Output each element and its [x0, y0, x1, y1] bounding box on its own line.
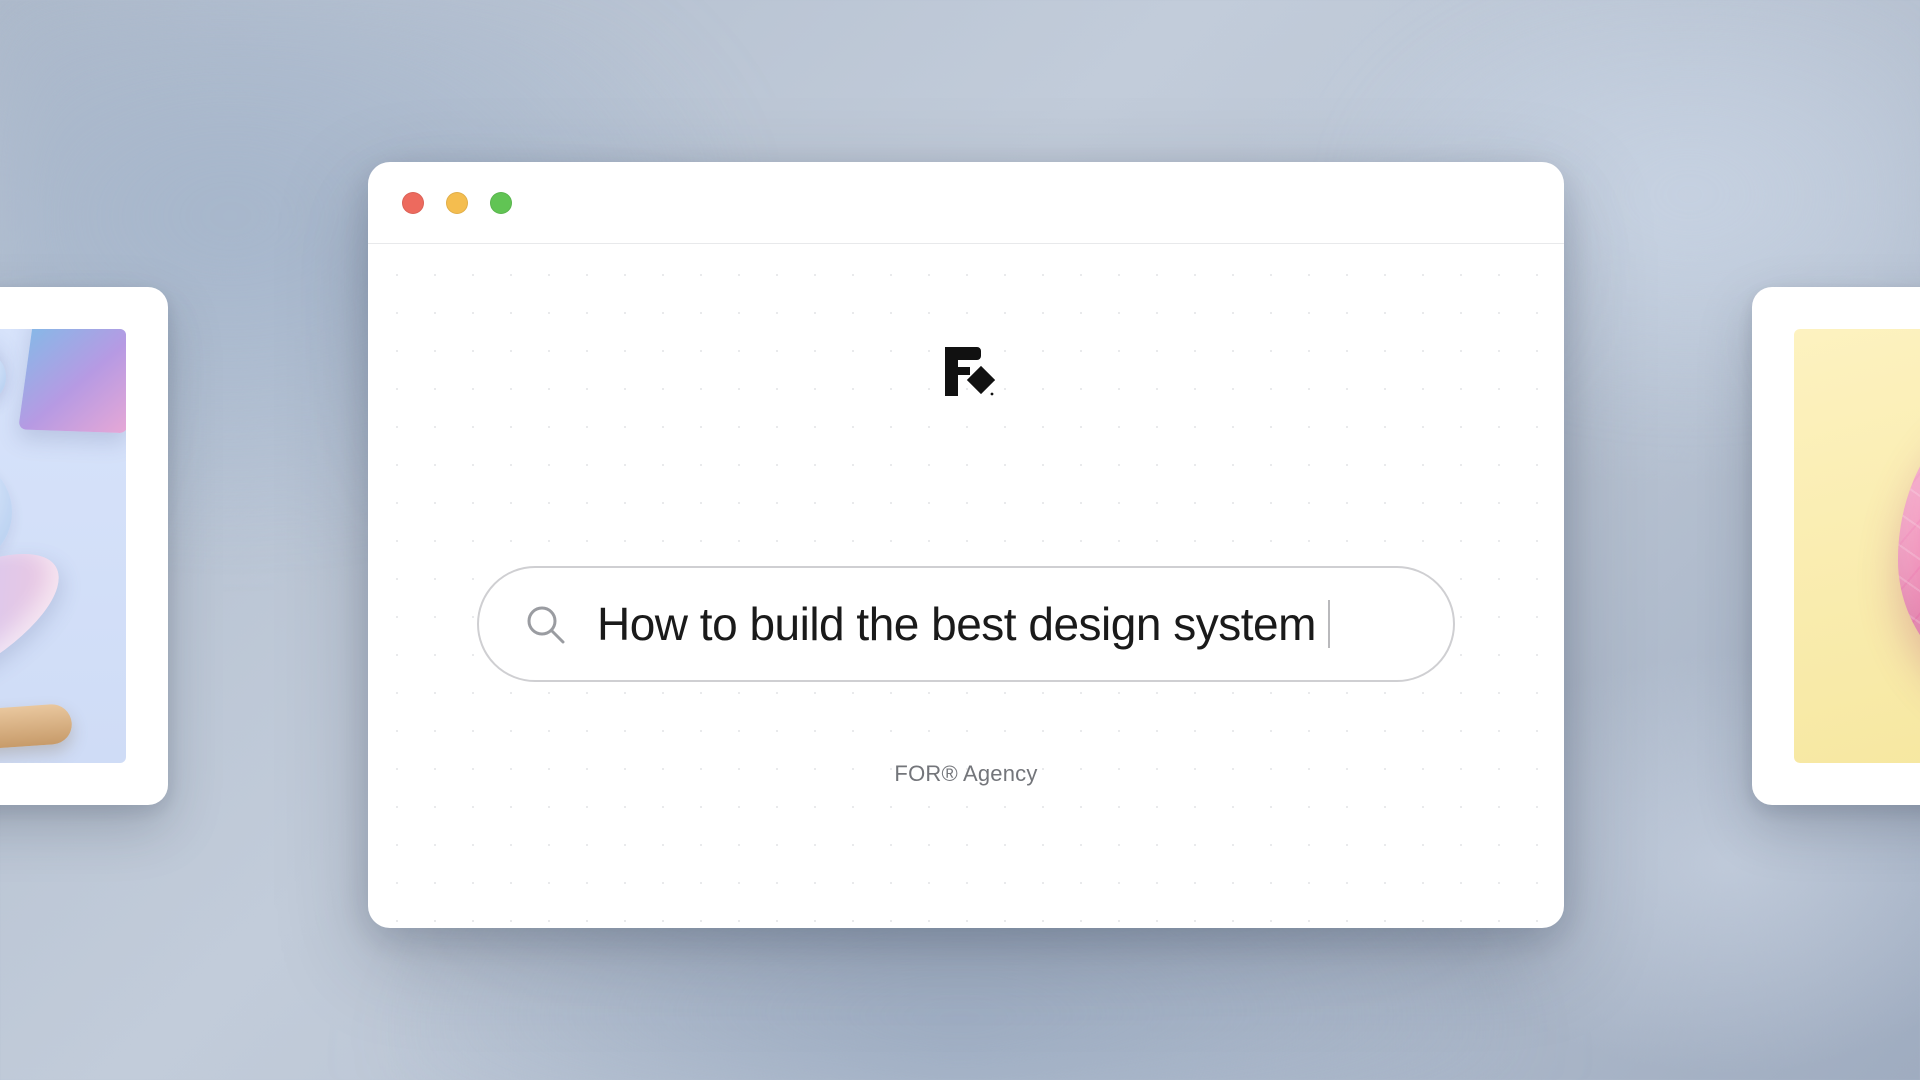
preview-card-right — [1752, 287, 1920, 805]
search-icon — [525, 604, 565, 644]
window-close-button[interactable] — [402, 192, 424, 214]
content-area: How to build the best design system FOR®… — [368, 244, 1564, 928]
artwork-brain — [1794, 329, 1920, 763]
window-titlebar — [368, 162, 1564, 244]
search-query-text: How to build the best design system — [597, 597, 1330, 651]
text-caret — [1328, 600, 1330, 648]
brand-logo-icon — [937, 342, 995, 400]
window-zoom-button[interactable] — [490, 192, 512, 214]
window-minimize-button[interactable] — [446, 192, 468, 214]
preview-card-left — [0, 287, 168, 805]
search-input[interactable]: How to build the best design system — [477, 566, 1455, 682]
browser-window: How to build the best design system FOR®… — [368, 162, 1564, 928]
agency-label: FOR® Agency — [894, 761, 1037, 787]
artwork-shapes — [0, 329, 126, 763]
